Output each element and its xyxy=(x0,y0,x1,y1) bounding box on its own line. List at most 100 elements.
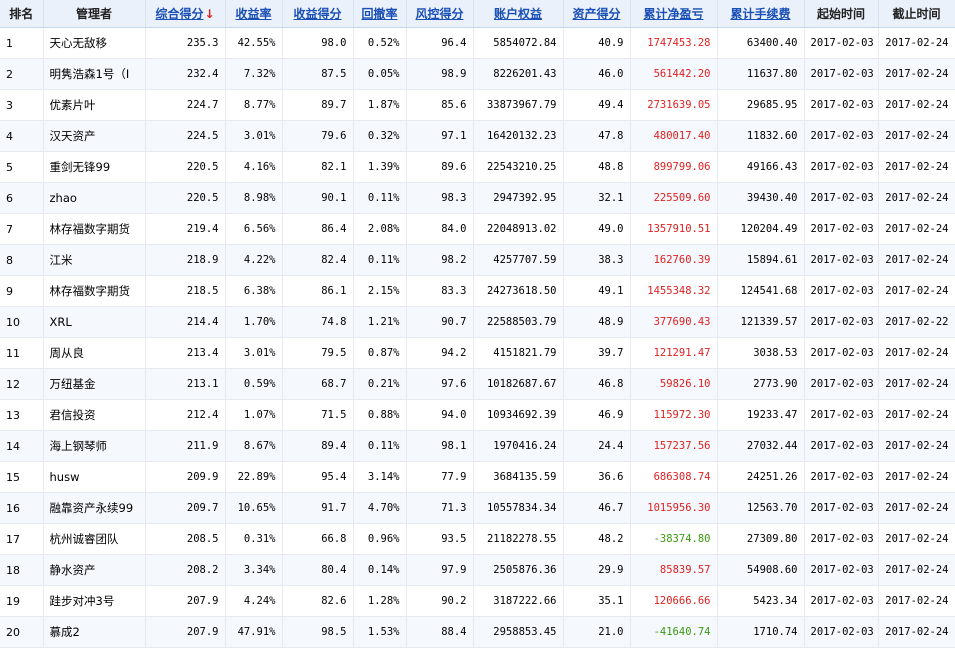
cell-manager: husw xyxy=(43,461,146,493)
cell-end-date: 2017-02-24 xyxy=(878,461,955,493)
cell-return-score: 80.4 xyxy=(282,554,354,586)
cell-net-pnl: 115972.30 xyxy=(630,399,718,431)
cell-drawdown-rate: 1.87% xyxy=(353,89,407,121)
cell-risk-score: 98.3 xyxy=(406,182,474,214)
cell-net-pnl: -38374.80 xyxy=(630,523,718,555)
cell-fees: 11832.60 xyxy=(717,120,805,152)
column-header-label: 资产得分 xyxy=(572,7,621,21)
cell-fees: 19233.47 xyxy=(717,399,805,431)
cell-rank: 14 xyxy=(0,430,44,462)
cell-manager: 海上钢琴师 xyxy=(43,430,146,462)
cell-net-pnl: 157237.56 xyxy=(630,430,718,462)
cell-account-equity: 10934692.39 xyxy=(473,399,564,431)
cell-asset-score: 39.7 xyxy=(563,337,631,369)
cell-fees: 27309.80 xyxy=(717,523,805,555)
cell-return-score: 98.0 xyxy=(282,27,354,59)
cell-rank: 4 xyxy=(0,120,44,152)
table-row: 15 husw 209.9 22.89% 95.4 3.14% 77.9 3684135.59… xyxy=(0,461,955,493)
cell-asset-score: 46.9 xyxy=(563,399,631,431)
cell-start-date: 2017-02-03 xyxy=(804,430,879,462)
table-row: 9 林存福数字期货 218.5 6.38% 86.1 2.15% 83.3 24273618.… xyxy=(0,275,955,307)
column-header-9[interactable]: 累计净盈亏 xyxy=(630,0,718,28)
cell-return-rate: 8.67% xyxy=(225,430,283,462)
cell-start-date: 2017-02-03 xyxy=(804,616,879,648)
cell-drawdown-rate: 0.88% xyxy=(353,399,407,431)
column-header-10[interactable]: 累计手续费 xyxy=(717,0,805,28)
column-header-label: 累计手续费 xyxy=(730,7,791,21)
cell-end-date: 2017-02-24 xyxy=(878,182,955,214)
cell-risk-score: 90.2 xyxy=(406,585,474,617)
cell-rank: 7 xyxy=(0,213,44,245)
cell-return-score: 74.8 xyxy=(282,306,354,338)
cell-start-date: 2017-02-03 xyxy=(804,182,879,214)
cell-risk-score: 90.7 xyxy=(406,306,474,338)
table-row: 17 杭州诚睿团队 208.5 0.31% 66.8 0.96% 93.5 21182278.… xyxy=(0,523,955,555)
column-header-0: 排名 xyxy=(0,0,44,28)
cell-rank: 16 xyxy=(0,492,44,524)
cell-total-score: 224.5 xyxy=(145,120,226,152)
table-row: 11 周从良 213.4 3.01% 79.5 0.87% 94.2 4151821.79 39… xyxy=(0,337,955,369)
cell-rank: 12 xyxy=(0,368,44,400)
cell-total-score: 218.5 xyxy=(145,275,226,307)
cell-return-score: 89.7 xyxy=(282,89,354,121)
header-row: 排名 管理者 综合得分↓ 收益率 收益得分 回撤率 风控得分 账户权益 资产得分 累计净盈亏 累计手… xyxy=(0,0,955,28)
cell-account-equity: 33873967.79 xyxy=(473,89,564,121)
cell-start-date: 2017-02-03 xyxy=(804,523,879,555)
column-header-12: 截止时间 xyxy=(878,0,955,28)
cell-total-score: 212.4 xyxy=(145,399,226,431)
column-header-label: 累计净盈亏 xyxy=(643,7,704,21)
cell-fees: 39430.40 xyxy=(717,182,805,214)
cell-asset-score: 35.1 xyxy=(563,585,631,617)
cell-drawdown-rate: 2.08% xyxy=(353,213,407,245)
column-header-4[interactable]: 收益得分 xyxy=(282,0,354,28)
sort-desc-arrow-icon[interactable]: ↓ xyxy=(204,7,214,21)
cell-return-rate: 4.16% xyxy=(225,151,283,183)
cell-asset-score: 48.2 xyxy=(563,523,631,555)
column-header-6[interactable]: 风控得分 xyxy=(406,0,474,28)
cell-fees: 27032.44 xyxy=(717,430,805,462)
cell-rank: 5 xyxy=(0,151,44,183)
column-header-2[interactable]: 综合得分↓ xyxy=(145,0,226,28)
cell-manager: 万纽基金 xyxy=(43,368,146,400)
cell-account-equity: 5854072.84 xyxy=(473,27,564,59)
cell-fees: 15894.61 xyxy=(717,244,805,276)
column-header-3[interactable]: 收益率 xyxy=(225,0,283,28)
cell-asset-score: 46.8 xyxy=(563,368,631,400)
ranking-table: 排名 管理者 综合得分↓ 收益率 收益得分 回撤率 风控得分 账户权益 资产得分 累计净盈亏 累计手… xyxy=(0,0,955,648)
column-header-8[interactable]: 资产得分 xyxy=(563,0,631,28)
cell-drawdown-rate: 0.52% xyxy=(353,27,407,59)
cell-manager: 静水资产 xyxy=(43,554,146,586)
table-row: 19 跬步对冲3号 207.9 4.24% 82.6 1.28% 90.2 3187222.6… xyxy=(0,585,955,617)
cell-end-date: 2017-02-24 xyxy=(878,213,955,245)
cell-return-score: 86.4 xyxy=(282,213,354,245)
cell-return-rate: 1.07% xyxy=(225,399,283,431)
column-header-label: 起始时间 xyxy=(816,7,865,21)
table-row: 10 XRL 214.4 1.70% 74.8 1.21% 90.7 22588503.79 4… xyxy=(0,306,955,338)
cell-manager: 重剑无锋99 xyxy=(43,151,146,183)
cell-asset-score: 49.4 xyxy=(563,89,631,121)
table-row: 8 江米 218.9 4.22% 82.4 0.11% 98.2 4257707.59 38.3… xyxy=(0,244,955,276)
cell-return-rate: 6.38% xyxy=(225,275,283,307)
cell-risk-score: 97.1 xyxy=(406,120,474,152)
cell-return-score: 66.8 xyxy=(282,523,354,555)
table-row: 12 万纽基金 213.1 0.59% 68.7 0.21% 97.6 10182687.67… xyxy=(0,368,955,400)
cell-fees: 2773.90 xyxy=(717,368,805,400)
cell-fees: 24251.26 xyxy=(717,461,805,493)
cell-risk-score: 84.0 xyxy=(406,213,474,245)
cell-rank: 13 xyxy=(0,399,44,431)
table-row: 2 明隽浩森1号（I 232.4 7.32% 87.5 0.05% 98.9 8226201.… xyxy=(0,58,955,90)
cell-risk-score: 93.5 xyxy=(406,523,474,555)
cell-asset-score: 48.8 xyxy=(563,151,631,183)
cell-net-pnl: 686308.74 xyxy=(630,461,718,493)
cell-end-date: 2017-02-24 xyxy=(878,244,955,276)
cell-drawdown-rate: 1.28% xyxy=(353,585,407,617)
cell-return-rate: 22.89% xyxy=(225,461,283,493)
cell-account-equity: 21182278.55 xyxy=(473,523,564,555)
cell-return-rate: 0.59% xyxy=(225,368,283,400)
cell-rank: 3 xyxy=(0,89,44,121)
cell-total-score: 218.9 xyxy=(145,244,226,276)
column-header-5[interactable]: 回撤率 xyxy=(353,0,407,28)
column-header-7[interactable]: 账户权益 xyxy=(473,0,564,28)
cell-return-score: 95.4 xyxy=(282,461,354,493)
column-header-1: 管理者 xyxy=(43,0,146,28)
